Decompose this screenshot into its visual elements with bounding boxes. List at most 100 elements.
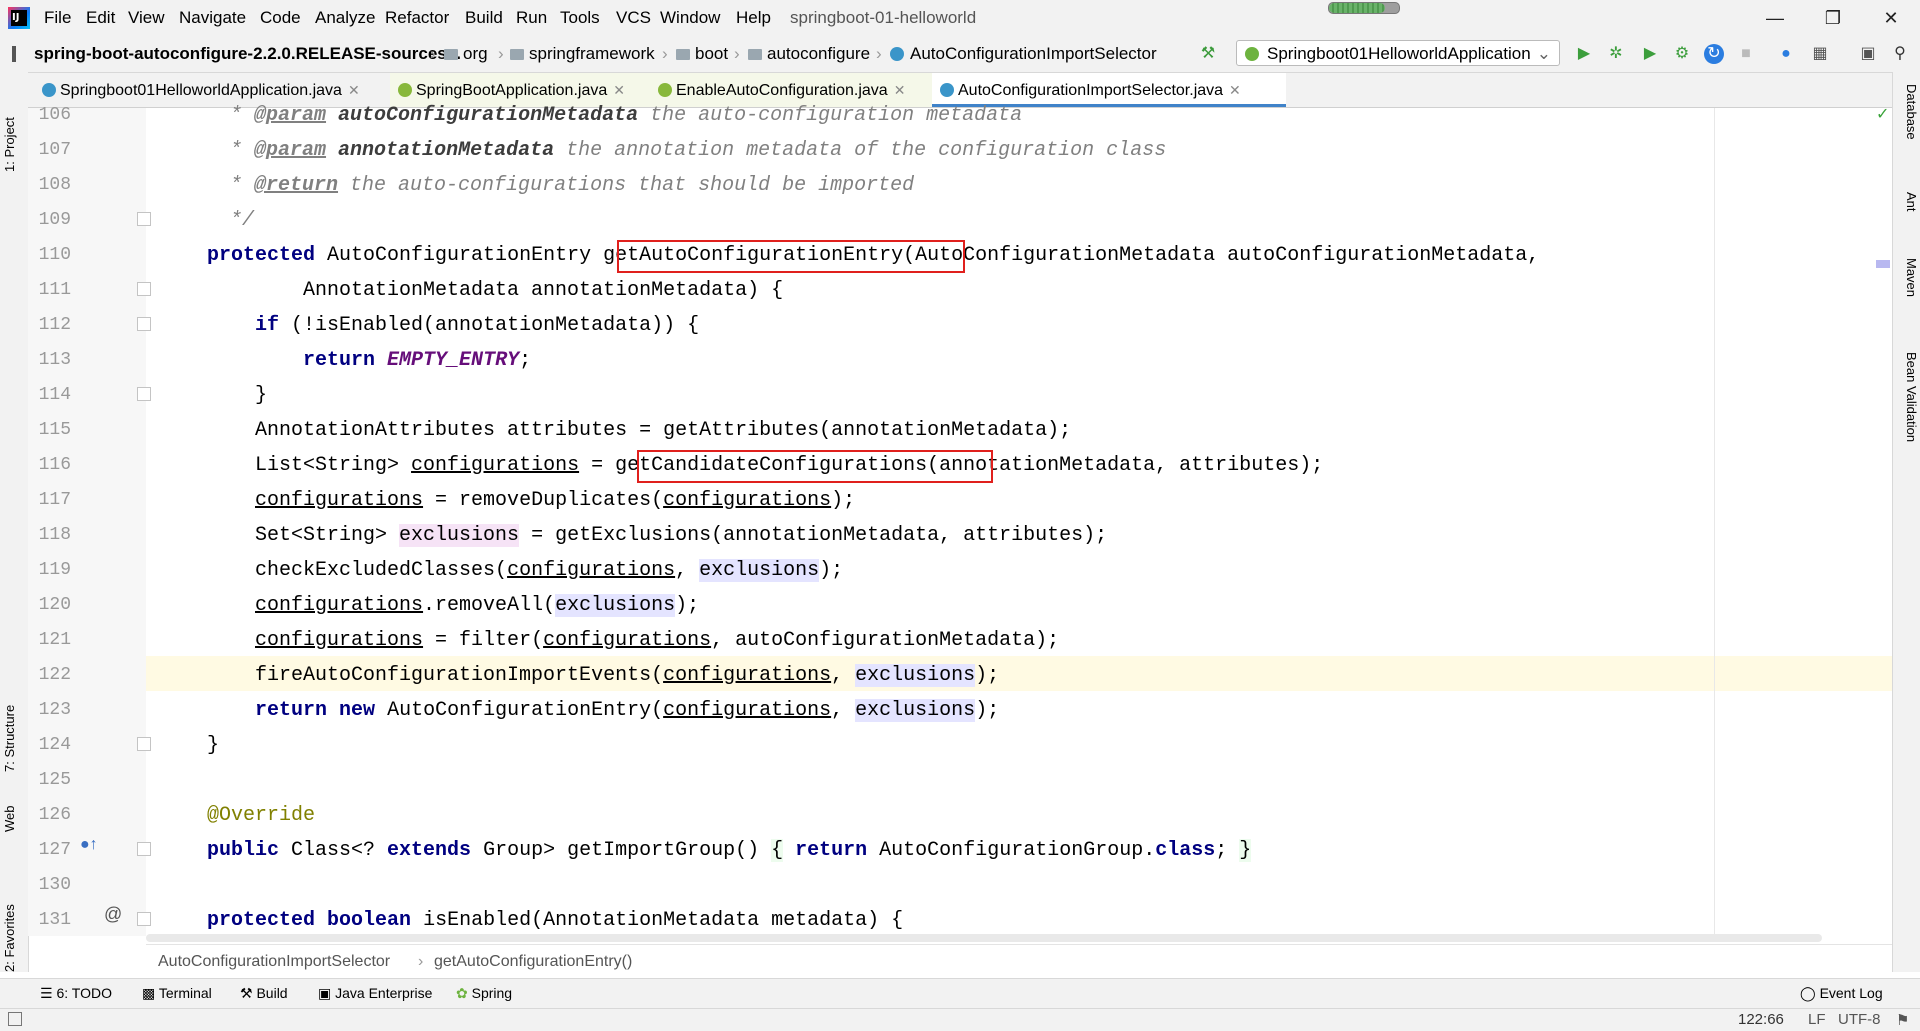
- close-icon[interactable]: ✕: [1868, 4, 1914, 32]
- line-number[interactable]: 113: [28, 343, 71, 378]
- line-number[interactable]: 124: [28, 728, 71, 763]
- tool-favorites[interactable]: 2: Favorites: [2, 872, 26, 972]
- crumb-jar[interactable]: spring-boot-autoconfigure-2.2.0.RELEASE-…: [34, 44, 461, 64]
- scroll-marker[interactable]: [1876, 260, 1890, 268]
- code-line-114[interactable]: }: [207, 378, 267, 413]
- fold-marker-icon[interactable]: [137, 737, 151, 751]
- menu-navigate[interactable]: Navigate: [179, 8, 246, 28]
- tool-java-enterprise[interactable]: ▣ Java Enterprise: [318, 985, 432, 1002]
- code-line-115[interactable]: AnnotationAttributes attributes = getAtt…: [207, 413, 1071, 448]
- line-number[interactable]: 119: [28, 553, 71, 588]
- run-configuration-select[interactable]: Springboot01HelloworldApplication ⌄: [1236, 40, 1560, 66]
- tool-project[interactable]: 1: Project: [2, 82, 26, 172]
- close-tab-icon[interactable]: ✕: [348, 82, 360, 98]
- line-number[interactable]: 106: [28, 98, 71, 133]
- menu-file[interactable]: File: [44, 8, 71, 28]
- crumb-class[interactable]: AutoConfigurationImportSelector: [890, 44, 1157, 64]
- menu-refactor[interactable]: Refactor: [385, 8, 449, 28]
- code-line-112[interactable]: if (!isEnabled(annotationMetadata)) {: [207, 308, 699, 343]
- coverage-icon[interactable]: ▶: [1640, 44, 1660, 64]
- fold-marker-icon[interactable]: [137, 912, 151, 926]
- caret-position[interactable]: 122:66: [1738, 1011, 1784, 1028]
- debug-icon[interactable]: ✲: [1606, 44, 1626, 64]
- fold-marker-icon[interactable]: [137, 282, 151, 296]
- menu-help[interactable]: Help: [736, 8, 771, 28]
- build-hammer-icon[interactable]: ⚒: [1198, 44, 1218, 64]
- code-line-122[interactable]: fireAutoConfigurationImportEvents(config…: [207, 658, 999, 693]
- code-line-108[interactable]: * @return the auto-configurations that s…: [218, 168, 914, 203]
- line-number[interactable]: 110: [28, 238, 71, 273]
- code-line-131[interactable]: protected boolean isEnabled(AnnotationMe…: [207, 903, 903, 938]
- tool-web[interactable]: Web: [2, 792, 26, 833]
- vcs-icon[interactable]: ●: [1776, 44, 1796, 64]
- code-line-126[interactable]: @Override: [207, 798, 315, 833]
- tool-terminal[interactable]: ▩ Terminal: [142, 985, 212, 1002]
- line-number[interactable]: 123: [28, 693, 71, 728]
- terminal-window-icon[interactable]: ▣: [1858, 44, 1878, 64]
- fold-marker-icon[interactable]: [137, 842, 151, 856]
- line-number[interactable]: 126: [28, 798, 71, 833]
- menu-analyze[interactable]: Analyze: [315, 8, 375, 28]
- fold-marker-icon[interactable]: [137, 212, 151, 226]
- line-number[interactable]: 131: [28, 903, 71, 938]
- code-line-124[interactable]: }: [207, 728, 219, 763]
- tool-event-log[interactable]: ◯ Event Log: [1800, 985, 1883, 1002]
- code-line-127[interactable]: public Class<? extends Group> getImportG…: [207, 833, 1252, 868]
- line-number[interactable]: 122: [28, 658, 71, 693]
- line-number[interactable]: 120: [28, 588, 71, 623]
- crumb-autoconfigure[interactable]: autoconfigure: [748, 44, 870, 64]
- line-number[interactable]: 125: [28, 763, 71, 798]
- horizontal-scrollbar[interactable]: [146, 934, 1822, 942]
- toggle-tool-windows-icon[interactable]: [8, 1012, 22, 1026]
- override-marker-icon[interactable]: ●↑: [80, 836, 98, 854]
- line-number[interactable]: 118: [28, 518, 71, 553]
- line-number[interactable]: 108: [28, 168, 71, 203]
- line-number[interactable]: 112: [28, 308, 71, 343]
- close-tab-icon[interactable]: ✕: [1229, 82, 1241, 98]
- code-line-118[interactable]: Set<String> exclusions = getExclusions(a…: [207, 518, 1107, 553]
- tool-todo[interactable]: ☰ 6: TODO: [40, 985, 112, 1002]
- minimize-icon[interactable]: —: [1752, 4, 1798, 32]
- menu-view[interactable]: View: [128, 8, 165, 28]
- tool-database[interactable]: Database: [1895, 84, 1919, 174]
- run-icon[interactable]: ▶: [1574, 44, 1594, 64]
- line-number[interactable]: 127: [28, 833, 71, 868]
- line-number[interactable]: 116: [28, 448, 71, 483]
- inspection-ok-icon[interactable]: ✓: [1876, 104, 1889, 124]
- memory-indicator[interactable]: [1328, 2, 1400, 14]
- fold-marker-icon[interactable]: [137, 317, 151, 331]
- menu-build[interactable]: Build: [465, 8, 503, 28]
- code-line-120[interactable]: configurations.removeAll(exclusions);: [207, 588, 699, 623]
- profile-icon[interactable]: ⚙: [1672, 44, 1692, 64]
- restore-icon[interactable]: ❐: [1810, 4, 1856, 32]
- fold-marker-icon[interactable]: [137, 387, 151, 401]
- close-tab-icon[interactable]: ✕: [613, 82, 625, 98]
- code-line-121[interactable]: configurations = filter(configurations, …: [207, 623, 1059, 658]
- crumb-org[interactable]: org: [444, 44, 488, 64]
- line-number[interactable]: 109: [28, 203, 71, 238]
- lock-icon[interactable]: ⚑: [1896, 1011, 1909, 1029]
- line-number[interactable]: 121: [28, 623, 71, 658]
- code-line-107[interactable]: * @param annotationMetadata the annotati…: [218, 133, 1166, 168]
- close-tab-icon[interactable]: ✕: [894, 82, 906, 98]
- file-encoding[interactable]: UTF-8: [1838, 1011, 1881, 1028]
- line-number[interactable]: 114: [28, 378, 71, 413]
- code-line-106[interactable]: * @param autoConfigurationMetadata the a…: [218, 98, 1022, 133]
- crumb-springframework[interactable]: springframework: [510, 44, 655, 64]
- menu-run[interactable]: Run: [516, 8, 547, 28]
- menu-tools[interactable]: Tools: [560, 8, 600, 28]
- tool-structure[interactable]: 7: Structure: [2, 672, 26, 772]
- menu-edit[interactable]: Edit: [86, 8, 115, 28]
- line-number[interactable]: 107: [28, 133, 71, 168]
- tool-bean-validation[interactable]: Bean Validation: [1895, 352, 1919, 492]
- menu-window[interactable]: Window: [660, 8, 720, 28]
- code-line-113[interactable]: return EMPTY_ENTRY;: [207, 343, 531, 378]
- code-line-111[interactable]: AnnotationMetadata annotationMetadata) {: [207, 273, 783, 308]
- code-line-123[interactable]: return new AutoConfigurationEntry(config…: [207, 693, 999, 728]
- project-structure-icon[interactable]: ▦: [1810, 44, 1830, 64]
- tool-build[interactable]: ⚒ Build: [240, 985, 288, 1002]
- crumb-method-name[interactable]: getAutoConfigurationEntry(): [434, 953, 632, 971]
- line-number[interactable]: 115: [28, 413, 71, 448]
- stop-icon[interactable]: ■: [1736, 44, 1756, 64]
- menu-code[interactable]: Code: [260, 8, 301, 28]
